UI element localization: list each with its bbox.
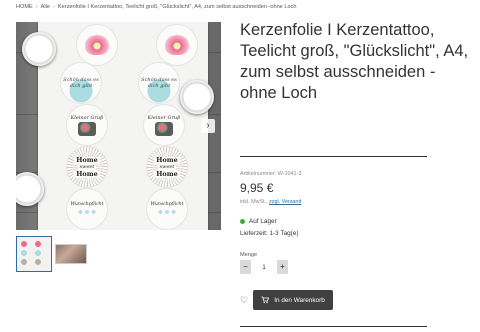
thumbnail-2[interactable] [55,244,87,264]
flower-sticker [76,24,118,66]
home-sticker: Home sweet Home [146,146,188,188]
quantity-increase-button[interactable]: + [277,260,288,274]
quantity-decrease-button[interactable]: − [240,260,251,274]
delivery-time: Lieferzeit: 1-3 Tag(e) [240,230,299,237]
watering-can-sticker: Kleiner Gruß [66,104,108,146]
tealight-candle [22,32,56,66]
thumbnail-strip [16,236,87,272]
wish-sticker: Wunschpflicht [66,188,108,230]
watering-can-sticker: Kleiner Gruß [143,104,185,146]
next-image-arrow-icon[interactable]: › [201,119,215,133]
divider [240,156,427,157]
breadcrumb-separator: › [52,4,55,10]
wish-sticker: Wunschpflicht [146,188,188,230]
flower-sticker [156,24,198,66]
divider [240,326,427,327]
breadcrumb-separator: › [35,4,38,10]
home-sticker: Home sweet Home [66,146,108,188]
quantity-input[interactable] [251,260,277,274]
article-number: Artikelnummer: W-1041-3 [240,171,302,177]
cart-icon [261,296,270,304]
breadcrumb: HOME › Alle › Kerzenfolie I Kerzentattoo, Te… [16,4,296,10]
blue-sticker: Schön dass es dich gibt [138,62,180,104]
stock-indicator-icon [240,219,245,224]
stock-status: Auf Lager [240,218,277,225]
product-title: Kerzenfolie I Kerzentattoo, Teelicht gro… [240,21,469,102]
sticker-sheet: Schön dass es dich gibt Schön dass es di… [38,22,208,230]
quantity-label: Menge [240,252,258,258]
tax-info: inkl. MwSt., zzgl. Versand [240,199,302,205]
heart-icon[interactable]: ♡ [240,295,248,305]
breadcrumb-category[interactable]: Alle [41,4,50,10]
blue-sticker: Schön dass es dich gibt [60,62,102,104]
breadcrumb-current: Kerzenfolie I Kerzentattoo, Teelicht gro… [57,4,297,10]
product-price: 9,95 € [240,181,274,195]
add-to-cart-label: In den Warenkorb [274,296,325,304]
shipping-link[interactable]: zzgl. Versand [269,199,301,205]
add-to-cart-button[interactable]: In den Warenkorb [253,290,333,310]
breadcrumb-home[interactable]: HOME [16,4,33,10]
tealight-candle [180,80,214,114]
thumbnail-1[interactable] [16,236,52,272]
quantity-stepper: − + [240,260,288,274]
product-image-gallery[interactable]: Schön dass es dich gibt Schön dass es di… [16,22,221,230]
stock-label: Auf Lager [249,218,277,225]
